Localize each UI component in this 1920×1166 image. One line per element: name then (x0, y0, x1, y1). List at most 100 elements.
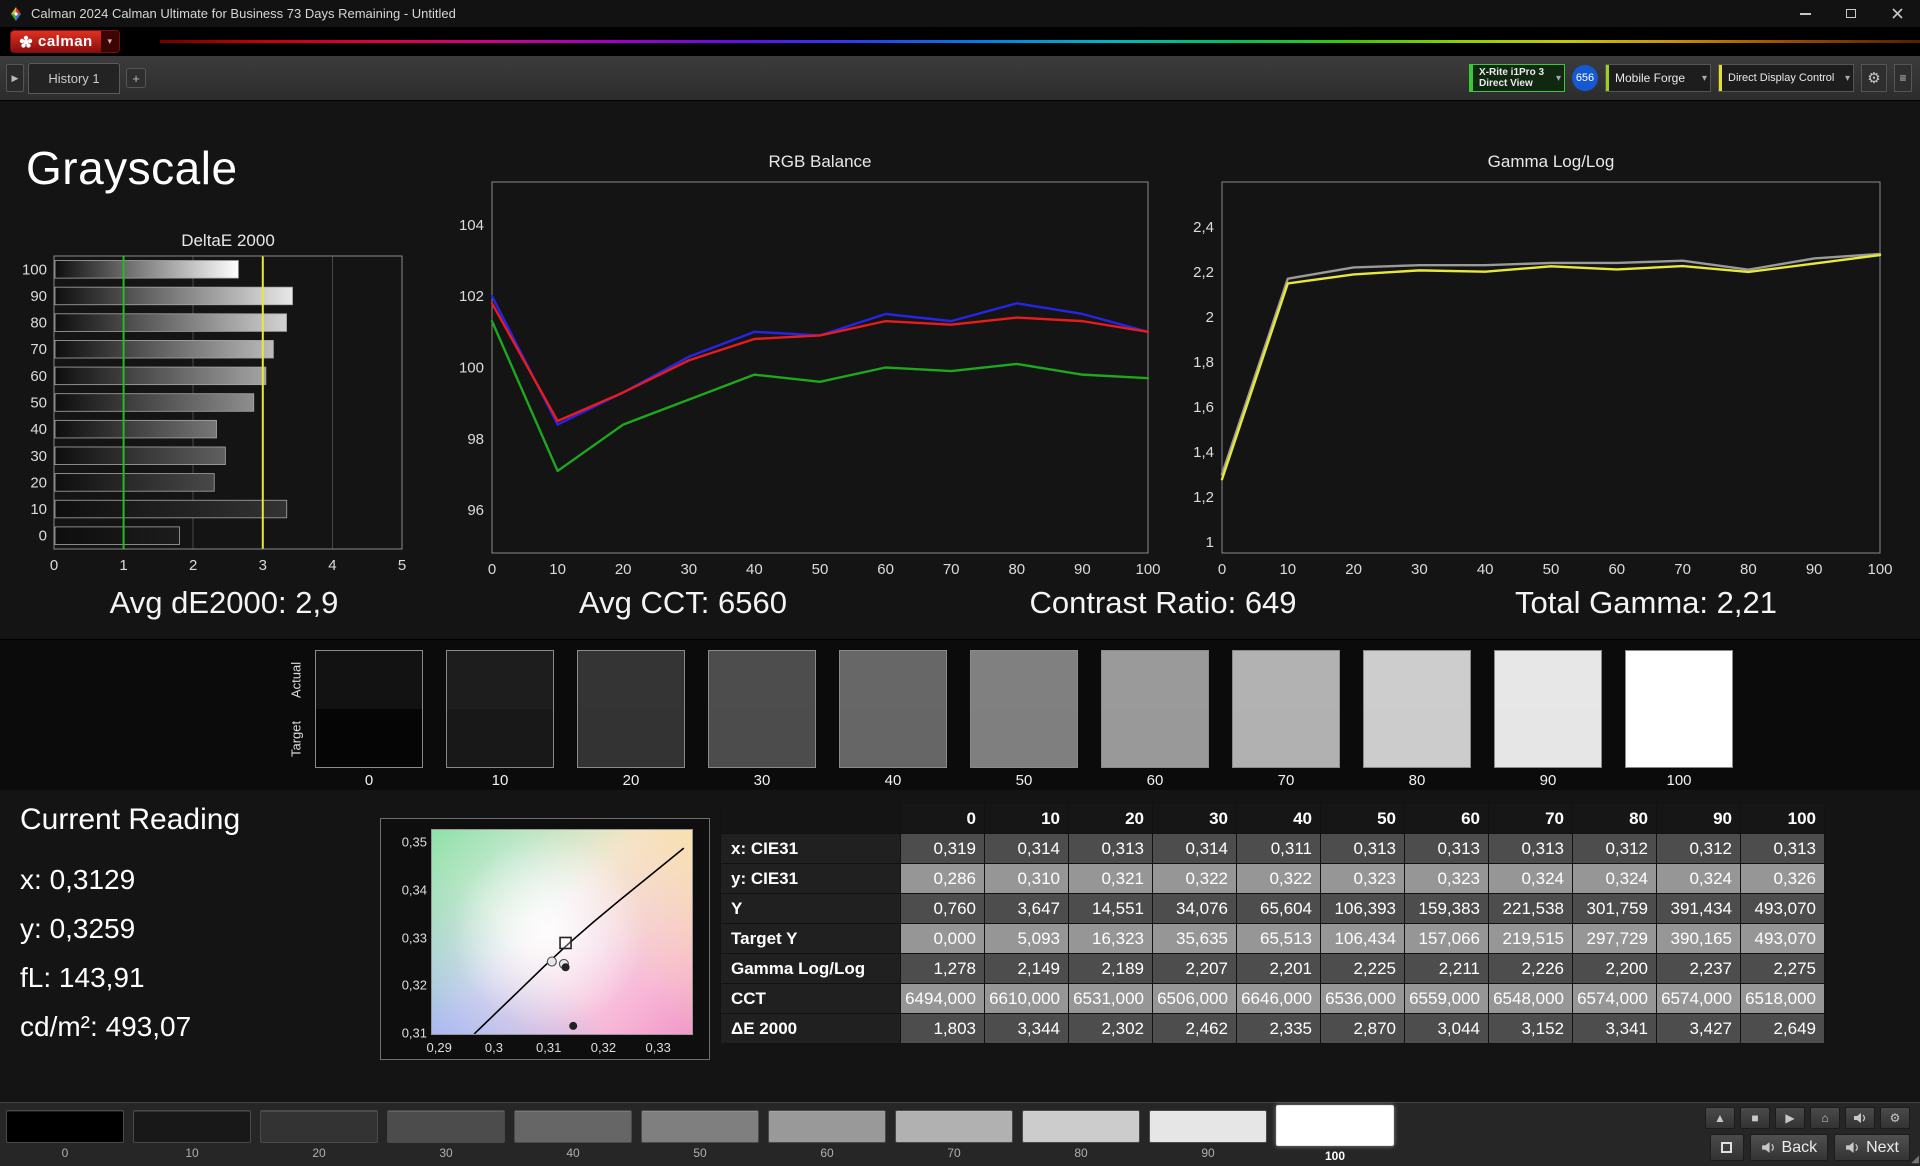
level-button-40[interactable] (514, 1110, 632, 1143)
meter-select[interactable]: X-Rite i1Pro 3 Direct View ▾ (1469, 64, 1565, 92)
svg-text:100: 100 (22, 261, 47, 278)
level-button-90[interactable] (1149, 1110, 1267, 1143)
table-cell: 0,310 (984, 863, 1069, 894)
level-button-strip: 0 10 20 30 40 50 60 70 80 90 100 (6, 1105, 1394, 1163)
table-cell: 3,427 (1656, 1013, 1741, 1044)
svg-text:98: 98 (467, 431, 484, 448)
table-cell: 6574,000 (1656, 983, 1741, 1014)
level-button-30[interactable] (387, 1110, 505, 1143)
table-cell: 0,312 (1572, 833, 1657, 864)
history-tab[interactable]: History 1 (28, 63, 120, 94)
play-button[interactable]: ▶ (1775, 1107, 1805, 1129)
level-button-10[interactable] (133, 1110, 251, 1143)
row-header: CCT (720, 983, 901, 1014)
table-cell: 6494,000 (900, 983, 985, 1014)
main-panel: Grayscale DeltaE 2000 100 90 80 70 60 50 40 30 2… (0, 101, 1920, 639)
level-button-80[interactable] (1022, 1110, 1140, 1143)
level-button-100[interactable] (1276, 1105, 1394, 1146)
svg-text:2: 2 (189, 557, 197, 574)
add-tab-button[interactable]: + (126, 68, 146, 88)
level-button-60[interactable] (768, 1110, 886, 1143)
level-button-50[interactable] (641, 1110, 759, 1143)
table-cell: 2,335 (1236, 1013, 1321, 1044)
patch-actual (840, 651, 946, 709)
speaker-button[interactable] (1845, 1107, 1875, 1129)
stop-button[interactable]: ■ (1740, 1107, 1770, 1129)
table-cell: 2,302 (1068, 1013, 1153, 1044)
table-cell: 2,649 (1740, 1013, 1825, 1044)
gray-patch: 50 (970, 650, 1078, 789)
svg-text:96: 96 (467, 502, 484, 519)
next-button[interactable]: Next (1834, 1134, 1910, 1161)
back-button[interactable]: Back (1749, 1134, 1829, 1161)
transport-buttons: ▲ ■ ▶ ⌂ ⚙ (1705, 1107, 1910, 1129)
svg-text:0: 0 (50, 557, 58, 574)
menu-icon[interactable]: ≡ (1894, 64, 1912, 92)
svg-text:4: 4 (328, 557, 336, 574)
patch-label: 50 (1015, 772, 1033, 789)
svg-text:1: 1 (119, 557, 127, 574)
app-icon (8, 6, 24, 22)
display-control-select[interactable]: Direct Display Control ▾ (1718, 64, 1854, 92)
minimize-button[interactable] (1782, 0, 1828, 27)
table-corner (720, 803, 901, 834)
speaker-icon (1846, 1142, 1859, 1153)
patch-actual (578, 651, 684, 709)
cie-diagram: 0,35 0,34 0,33 0,32 0,31 0,29 0,3 0,31 0,32 0,33 (380, 818, 710, 1060)
maximize-button[interactable] (1828, 0, 1874, 27)
table-cell: 6646,000 (1236, 983, 1321, 1014)
page-title: Grayscale (26, 142, 238, 194)
calman-logo[interactable]: calman ▾ (10, 30, 120, 53)
logo-dropdown-icon[interactable]: ▾ (100, 31, 119, 52)
patch-label: 80 (1408, 772, 1426, 789)
column-header: 40 (1236, 803, 1321, 834)
svg-text:40: 40 (746, 561, 763, 578)
svg-text:0: 0 (1218, 561, 1226, 578)
patch-actual (1233, 651, 1339, 709)
svg-text:30: 30 (30, 448, 47, 465)
patch-actual (1626, 651, 1732, 709)
svg-text:100: 100 (1867, 561, 1892, 578)
table-cell: 3,152 (1488, 1013, 1573, 1044)
meter-count-badge[interactable]: 656 (1572, 65, 1598, 91)
table-cell: 2,226 (1488, 953, 1573, 984)
row-header: x: CIE31 (720, 833, 901, 864)
column-header: 60 (1404, 803, 1489, 834)
reading-x: x: 0,3129 (20, 864, 136, 895)
table-cell: 0,313 (1404, 833, 1489, 864)
reading-y: y: 0,3259 (20, 913, 136, 944)
patch-box (970, 650, 1078, 768)
table-cell: 5,093 (984, 923, 1069, 954)
svg-text:30: 30 (1411, 561, 1428, 578)
level-button-0[interactable] (6, 1110, 124, 1143)
close-button[interactable] (1874, 0, 1920, 27)
patch-label: 60 (1146, 772, 1164, 789)
table-cell: 0,314 (1152, 833, 1237, 864)
table-cell: 6610,000 (984, 983, 1069, 1014)
home-button[interactable]: ⌂ (1810, 1107, 1840, 1129)
bottom-bar: 0 10 20 30 40 50 60 70 80 90 100 ▲ ■ ▶ ⌂ ⚙ (0, 1102, 1920, 1166)
table-cell: 6559,000 (1404, 983, 1489, 1014)
current-reading-lines: x: 0,3129 y: 0,3259 fL: 143,91 cd/m²: 49… (20, 864, 191, 1060)
collapse-tabs-button[interactable]: ▶ (6, 64, 24, 92)
svg-text:3: 3 (259, 557, 267, 574)
source-select[interactable]: Mobile Forge ▾ (1605, 64, 1711, 92)
gear-icon[interactable]: ⚙ (1861, 64, 1887, 92)
level-button-70[interactable] (895, 1110, 1013, 1143)
settings-button[interactable]: ⚙ (1880, 1107, 1910, 1129)
patch-actual (709, 651, 815, 709)
level-button-20[interactable] (260, 1110, 378, 1143)
column-header: 0 (900, 803, 985, 834)
patch-actual (1102, 651, 1208, 709)
table-cell: 6574,000 (1572, 983, 1657, 1014)
chart-title: Gamma Log/Log (1487, 152, 1615, 171)
chevron-down-icon: ▾ (1701, 72, 1707, 84)
svg-text:104: 104 (459, 217, 484, 234)
patch-box (577, 650, 685, 768)
eject-button[interactable]: ▲ (1705, 1107, 1735, 1129)
checkbox-button[interactable] (1709, 1134, 1744, 1161)
cie-x-label: 0,32 (590, 1040, 617, 1055)
svg-text:0: 0 (488, 561, 496, 578)
patch-label: 30 (753, 772, 771, 789)
patch-actual (447, 651, 553, 709)
